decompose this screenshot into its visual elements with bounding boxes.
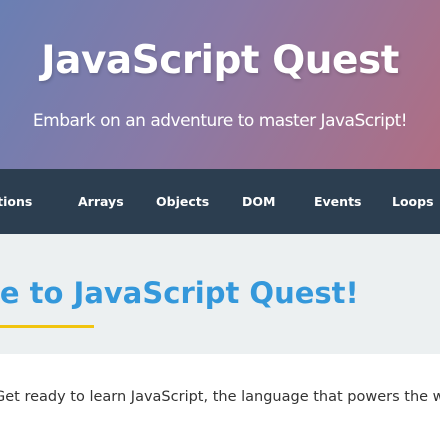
page: JavaScript Quest Embark on an adventure …: [0, 0, 440, 439]
nav-item-arrays[interactable]: Arrays: [78, 169, 124, 234]
intro-paragraph: Get ready to learn JavaScript, the langu…: [0, 389, 440, 405]
nav-item-functions[interactable]: Functions: [0, 169, 32, 234]
site-title: JavaScript Quest: [41, 38, 399, 83]
heading-underline: [0, 325, 94, 328]
welcome-heading: Welcome to JavaScript Quest!: [0, 276, 359, 310]
nav-item-dom[interactable]: DOM: [242, 169, 275, 234]
nav-item-events[interactable]: Events: [314, 169, 361, 234]
hero-header: JavaScript Quest Embark on an adventure …: [0, 0, 440, 169]
nav-item-loops[interactable]: Loops: [392, 169, 434, 234]
nav-item-objects[interactable]: Objects: [156, 169, 209, 234]
site-subtitle: Embark on an adventure to master JavaScr…: [32, 111, 408, 131]
main-nav: Functions Arrays Objects DOM Events Loop…: [0, 169, 440, 234]
welcome-section: Welcome to JavaScript Quest!: [0, 234, 440, 354]
